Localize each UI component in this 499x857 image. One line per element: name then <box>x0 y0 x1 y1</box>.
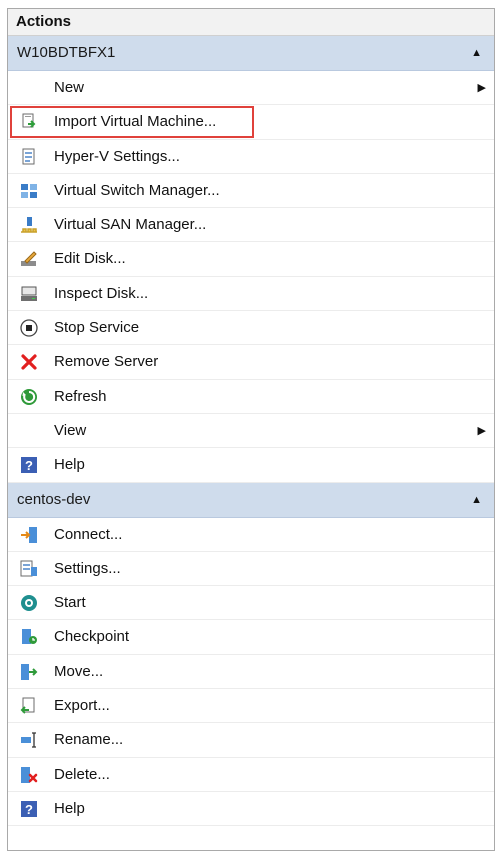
action-item-label: Inspect Disk... <box>54 284 149 302</box>
action-item-label: Delete... <box>54 765 110 783</box>
action-item-label: View <box>54 421 87 439</box>
action-item-label: Stop Service <box>54 319 140 337</box>
help-icon: ? <box>20 456 38 474</box>
section-header-label: W10BDTBFX1 <box>17 44 116 61</box>
action-item-virtual-san-manager[interactable]: Virtual SAN Manager... <box>8 208 494 243</box>
stop-service-icon <box>20 319 38 337</box>
action-item-import-virtual-machine[interactable]: Import Virtual Machine... <box>8 105 494 140</box>
virtual-san-icon <box>20 216 38 234</box>
action-item-label: Virtual SAN Manager... <box>54 216 207 234</box>
start-icon <box>20 594 38 612</box>
action-item-hyper-v-settings[interactable]: Hyper-V Settings... <box>8 140 494 174</box>
actions-pane: Actions W10BDTBFX1 ▲ New ▶ Import Virtual Ma… <box>7 8 495 851</box>
action-item-label: Connect... <box>54 525 123 543</box>
settings-icon <box>20 560 38 578</box>
delete-icon <box>20 766 38 784</box>
section-header-label: centos-dev <box>17 490 91 508</box>
action-item-start[interactable]: Start <box>8 586 494 621</box>
action-item-virtual-switch-manager[interactable]: Virtual Switch Manager... <box>8 174 494 209</box>
remove-server-icon <box>20 353 38 371</box>
action-item-refresh[interactable]: Refresh <box>8 380 494 414</box>
svg-text:?: ? <box>25 458 33 473</box>
action-item-view[interactable]: View ▶ <box>8 414 494 449</box>
action-item-help[interactable]: ? Help <box>8 792 494 827</box>
import-vm-icon <box>20 113 38 131</box>
action-item-label: Export... <box>54 697 110 715</box>
rename-icon <box>20 731 38 749</box>
action-item-label: Remove Server <box>54 353 159 371</box>
action-item-delete[interactable]: Delete... <box>8 758 494 792</box>
hyperv-settings-icon <box>20 148 38 166</box>
inspect-disk-icon <box>20 285 38 303</box>
edit-disk-icon <box>20 250 38 268</box>
section-header[interactable]: centos-dev ▲ <box>8 482 494 518</box>
refresh-icon <box>20 388 38 406</box>
action-item-label: Help <box>54 799 85 817</box>
actions-sections: W10BDTBFX1 ▲ New ▶ Import Virtual Machine...… <box>8 36 494 827</box>
action-item-edit-disk[interactable]: Edit Disk... <box>8 242 494 277</box>
pane-title: Actions <box>8 9 494 36</box>
section-header[interactable]: W10BDTBFX1 ▲ <box>8 36 494 71</box>
action-item-label: Edit Disk... <box>54 250 126 268</box>
action-item-new[interactable]: New ▶ <box>8 71 494 106</box>
action-item-label: Virtual Switch Manager... <box>54 181 220 199</box>
action-item-checkpoint[interactable]: Checkpoint <box>8 620 494 655</box>
action-item-label: Hyper-V Settings... <box>54 147 180 165</box>
action-item-inspect-disk[interactable]: Inspect Disk... <box>8 277 494 312</box>
action-item-rename[interactable]: Rename... <box>8 723 494 758</box>
action-item-connect[interactable]: Connect... <box>8 518 494 552</box>
virtual-switch-icon <box>20 182 38 200</box>
action-item-label: Help <box>54 456 85 474</box>
action-item-label: Checkpoint <box>54 628 130 646</box>
help-icon: ? <box>20 800 38 818</box>
action-item-label: Rename... <box>54 731 124 749</box>
action-item-remove-server[interactable]: Remove Server <box>8 345 494 380</box>
export-icon <box>20 697 38 715</box>
collapse-triangle-icon[interactable]: ▲ <box>471 483 482 517</box>
checkpoint-icon <box>20 628 38 646</box>
svg-text:?: ? <box>25 802 33 817</box>
connect-icon <box>20 526 38 544</box>
submenu-arrow-icon: ▶ <box>477 82 486 94</box>
action-item-export[interactable]: Export... <box>8 689 494 724</box>
action-item-label: Move... <box>54 662 104 680</box>
action-item-label: New <box>54 79 85 96</box>
action-item-help[interactable]: ? Help <box>8 448 494 483</box>
action-item-settings[interactable]: Settings... <box>8 552 494 587</box>
submenu-arrow-icon: ▶ <box>477 424 486 437</box>
action-item-label: Settings... <box>54 559 121 577</box>
action-item-label: Refresh <box>54 387 107 405</box>
highlight-box <box>10 106 254 139</box>
move-icon <box>20 663 38 681</box>
action-item-stop-service[interactable]: Stop Service <box>8 311 494 346</box>
collapse-triangle-icon[interactable]: ▲ <box>471 36 482 70</box>
action-item-move[interactable]: Move... <box>8 655 494 690</box>
action-item-label: Start <box>54 594 86 612</box>
